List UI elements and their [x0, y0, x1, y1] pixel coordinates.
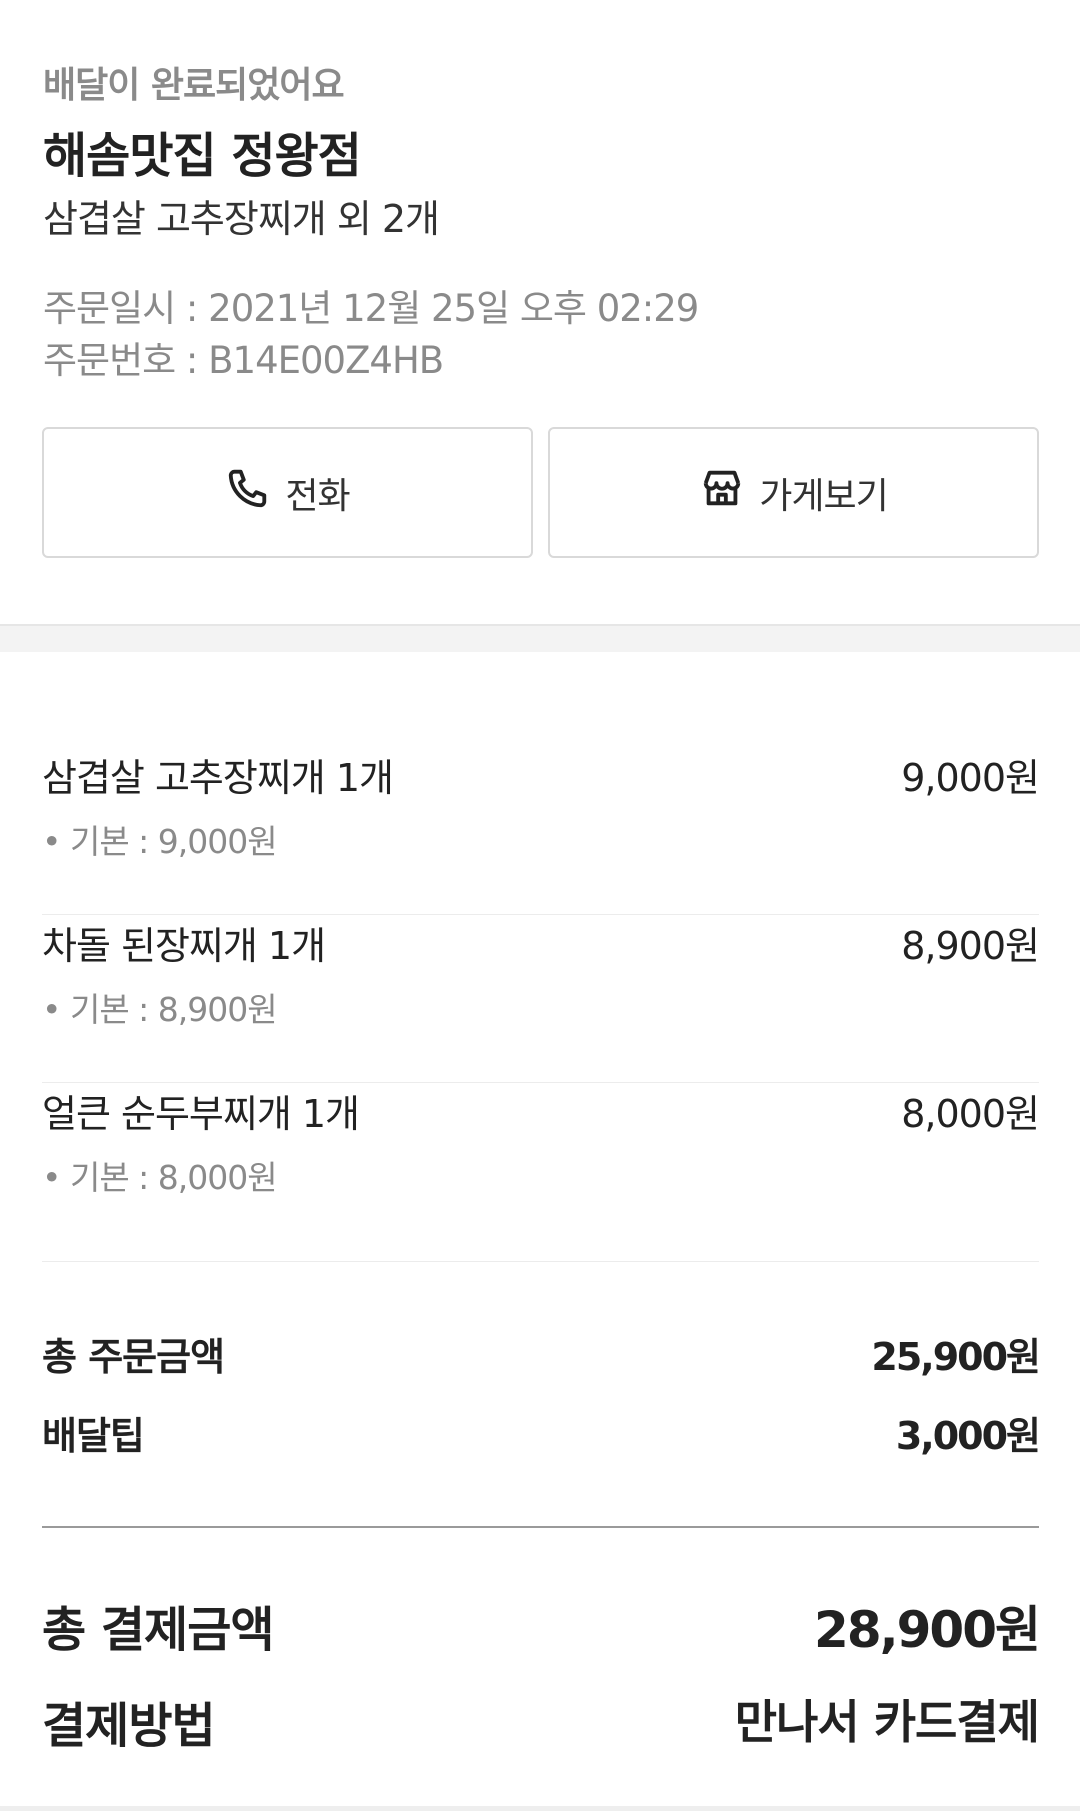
order-summary: 삼겹살 고추장찌개 외 2개 — [43, 197, 440, 241]
delivery-tip-label: 배달팁 — [42, 1414, 145, 1458]
payment-total-row: 총 결제금액 28,900원 — [42, 1590, 1041, 1660]
store-name: 해솜맛집 정왕점 — [43, 128, 362, 184]
view-store-button[interactable]: 가게보기 — [548, 427, 1039, 558]
order-total-value: 25,900원 — [871, 1335, 1041, 1379]
item-option: • 기본 : 8,900원 — [42, 990, 278, 1029]
order-total-label: 총 주문금액 — [42, 1335, 225, 1379]
payment-method-value: 만나서 카드결제 — [734, 1695, 1040, 1749]
order-item: 얼큰 순두부찌개 1개 8,000원 • 기본 : 8,000원 — [42, 1083, 1040, 1251]
total-divider — [42, 1526, 1039, 1528]
delivery-status: 배달이 완료되었어요 — [43, 65, 345, 106]
payment-total-value: 28,900원 — [814, 1601, 1041, 1659]
call-button[interactable]: 전화 — [42, 427, 533, 558]
payment-method-row: 결제방법 만나서 카드결제 — [42, 1686, 1040, 1756]
view-store-button-label: 가게보기 — [759, 475, 888, 517]
call-button-label: 전화 — [285, 475, 350, 517]
order-date: 주문일시 : 2021년 12월 25일 오후 02:29 — [43, 287, 699, 330]
bottom-divider — [0, 1806, 1080, 1811]
item-name: 삼겹살 고추장찌개 1개 — [42, 756, 394, 800]
item-name: 얼큰 순두부찌개 1개 — [42, 1092, 360, 1136]
store-icon — [699, 465, 745, 520]
payment-method-label: 결제방법 — [42, 1698, 216, 1754]
section-divider — [0, 624, 1080, 652]
summary-divider — [42, 1261, 1039, 1262]
order-item: 차돌 된장찌개 1개 8,900원 • 기본 : 8,900원 — [42, 915, 1040, 1083]
item-price: 8,000원 — [901, 1092, 1040, 1136]
item-price: 9,000원 — [901, 756, 1040, 800]
item-name: 차돌 된장찌개 1개 — [42, 924, 326, 968]
order-item: 삼겹살 고추장찌개 1개 9,000원 • 기본 : 9,000원 — [42, 747, 1040, 915]
payment-total-label: 총 결제금액 — [42, 1602, 275, 1658]
item-option: • 기본 : 8,000원 — [42, 1158, 278, 1197]
delivery-tip-row: 배달팁 3,000원 — [42, 1405, 1041, 1461]
delivery-tip-value: 3,000원 — [895, 1414, 1041, 1458]
order-number: 주문번호 : B14E00Z4HB — [43, 339, 444, 382]
item-option: • 기본 : 9,000원 — [42, 822, 278, 861]
order-total-row: 총 주문금액 25,900원 — [42, 1326, 1041, 1382]
order-header: 배달이 완료되었어요 해솜맛집 정왕점 삼겹살 고추장찌개 외 2개 주문일시 … — [0, 0, 1080, 624]
phone-icon — [225, 465, 271, 520]
item-price: 8,900원 — [901, 924, 1040, 968]
